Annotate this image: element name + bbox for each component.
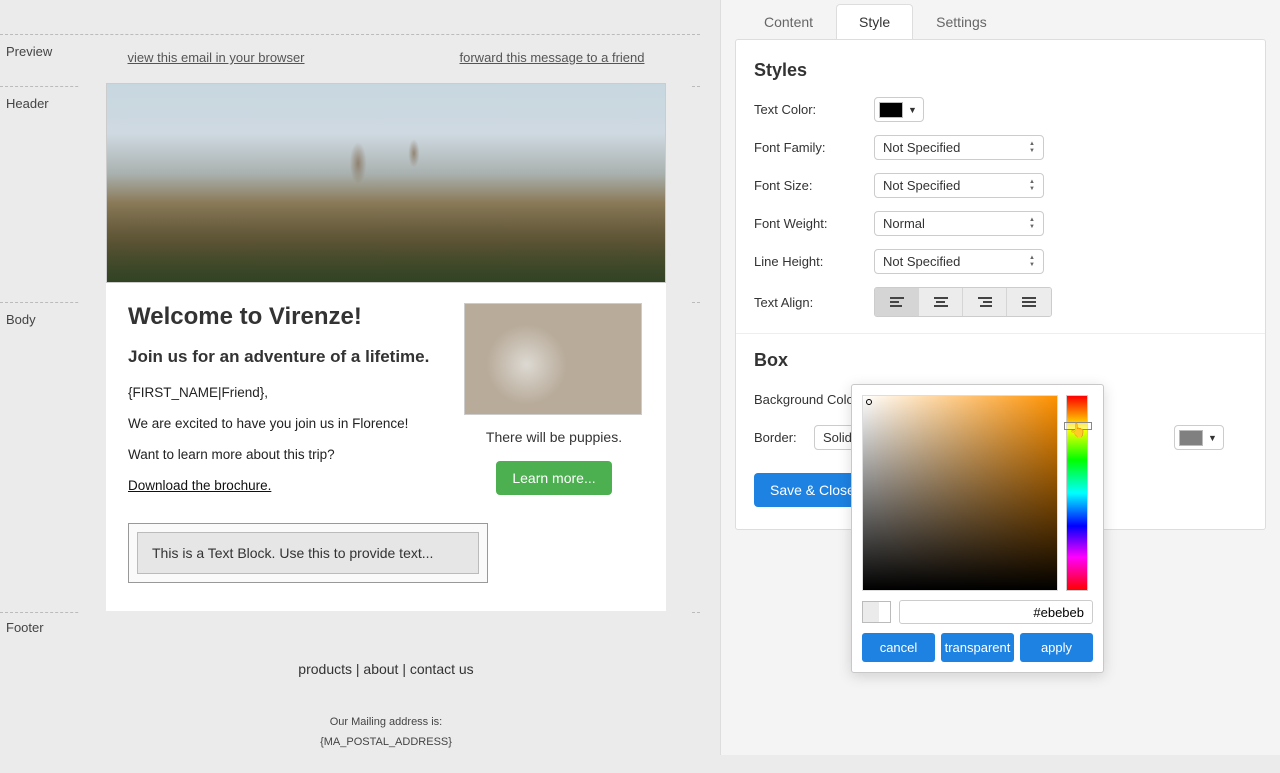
text-color-label: Text Color:: [754, 102, 874, 117]
text-block-content[interactable]: This is a Text Block. Use this to provid…: [137, 532, 479, 574]
font-family-value: Not Specified: [883, 140, 960, 155]
text-align-group: [874, 287, 1052, 317]
tab-content[interactable]: Content: [741, 4, 836, 39]
font-weight-select[interactable]: Normal: [874, 211, 1044, 236]
styles-heading: Styles: [754, 60, 1247, 81]
font-family-select[interactable]: Not Specified: [874, 135, 1044, 160]
text-block-selected[interactable]: This is a Text Block. Use this to provid…: [128, 523, 488, 583]
color-transparent-button[interactable]: transparent: [941, 633, 1014, 662]
line-height-label: Line Height:: [754, 254, 874, 269]
footer-mailing-token: {MA_POSTAL_ADDRESS}: [106, 733, 666, 753]
border-style-value: Solid: [823, 430, 852, 445]
color-picker-popover: 👆 cancel transparent apply: [851, 384, 1104, 673]
text-color-swatch[interactable]: ▼: [874, 97, 924, 122]
footer-links[interactable]: products | about | contact us: [106, 661, 666, 677]
side-image[interactable]: [464, 303, 642, 415]
view-in-browser-link[interactable]: view this email in your browser: [128, 50, 305, 65]
border-color-swatch[interactable]: ▼: [1174, 425, 1224, 450]
tab-style[interactable]: Style: [836, 4, 913, 39]
learn-more-button[interactable]: Learn more...: [496, 461, 611, 495]
font-size-select[interactable]: Not Specified: [874, 173, 1044, 198]
box-heading: Box: [754, 350, 1247, 371]
font-size-value: Not Specified: [883, 178, 960, 193]
align-center-button[interactable]: [919, 288, 963, 316]
color-apply-button[interactable]: apply: [1020, 633, 1093, 662]
properties-tabs: Content Style Settings: [741, 4, 1280, 39]
select-caret-icon: [1029, 255, 1035, 268]
font-size-label: Font Size:: [754, 178, 874, 193]
chevron-down-icon: ▼: [908, 105, 917, 115]
email-greeting[interactable]: {FIRST_NAME|Friend},: [128, 385, 444, 400]
border-color-preview: [1179, 430, 1203, 446]
align-left-button[interactable]: [875, 288, 919, 316]
body-card: Welcome to Virenze! Join us for an adven…: [106, 283, 666, 611]
align-right-button[interactable]: [963, 288, 1007, 316]
footer-mailing-label: Our Mailing address is:: [106, 713, 666, 733]
section-label-header: Header: [6, 96, 49, 111]
section-label-preview: Preview: [6, 44, 52, 59]
tab-settings[interactable]: Settings: [913, 4, 1010, 39]
select-caret-icon: [1029, 141, 1035, 154]
line-height-select[interactable]: Not Specified: [874, 249, 1044, 274]
preview-bar: view this email in your browser forward …: [80, 38, 692, 83]
text-align-label: Text Align:: [754, 295, 874, 310]
style-panel: Styles Text Color: ▼ Font Family: Not Sp…: [735, 39, 1266, 530]
email-canvas: view this email in your browser forward …: [80, 38, 692, 773]
section-label-body: Body: [6, 312, 36, 327]
forward-to-friend-link[interactable]: forward this message to a friend: [460, 50, 645, 65]
hero-image[interactable]: [106, 83, 666, 283]
email-subheading[interactable]: Join us for an adventure of a lifetime.: [128, 347, 444, 367]
hue-slider[interactable]: 👆: [1066, 395, 1088, 591]
cursor-icon: 👆: [1069, 422, 1086, 439]
font-weight-label: Font Weight:: [754, 216, 874, 231]
footer-area: products | about | contact us Our Mailin…: [106, 611, 666, 773]
color-preview: [862, 601, 891, 623]
font-family-label: Font Family:: [754, 140, 874, 155]
line-height-value: Not Specified: [883, 254, 960, 269]
email-heading[interactable]: Welcome to Virenze!: [128, 303, 444, 331]
hex-input[interactable]: [899, 600, 1093, 624]
text-color-preview: [879, 102, 903, 118]
chevron-down-icon: ▼: [1208, 433, 1217, 443]
email-paragraph-1[interactable]: We are excited to have you join us in Fl…: [128, 416, 444, 431]
select-caret-icon: [1029, 179, 1035, 192]
email-paragraph-2[interactable]: Want to learn more about this trip?: [128, 447, 444, 462]
select-caret-icon: [1029, 217, 1035, 230]
section-label-footer: Footer: [6, 620, 44, 635]
border-label: Border:: [754, 430, 814, 445]
color-cancel-button[interactable]: cancel: [862, 633, 935, 662]
brochure-link[interactable]: Download the brochure.: [128, 478, 271, 493]
font-weight-value: Normal: [883, 216, 925, 231]
align-justify-button[interactable]: [1007, 288, 1051, 316]
saturation-value-panel[interactable]: [862, 395, 1058, 591]
side-caption[interactable]: There will be puppies.: [464, 429, 644, 445]
sv-handle[interactable]: [866, 399, 872, 405]
